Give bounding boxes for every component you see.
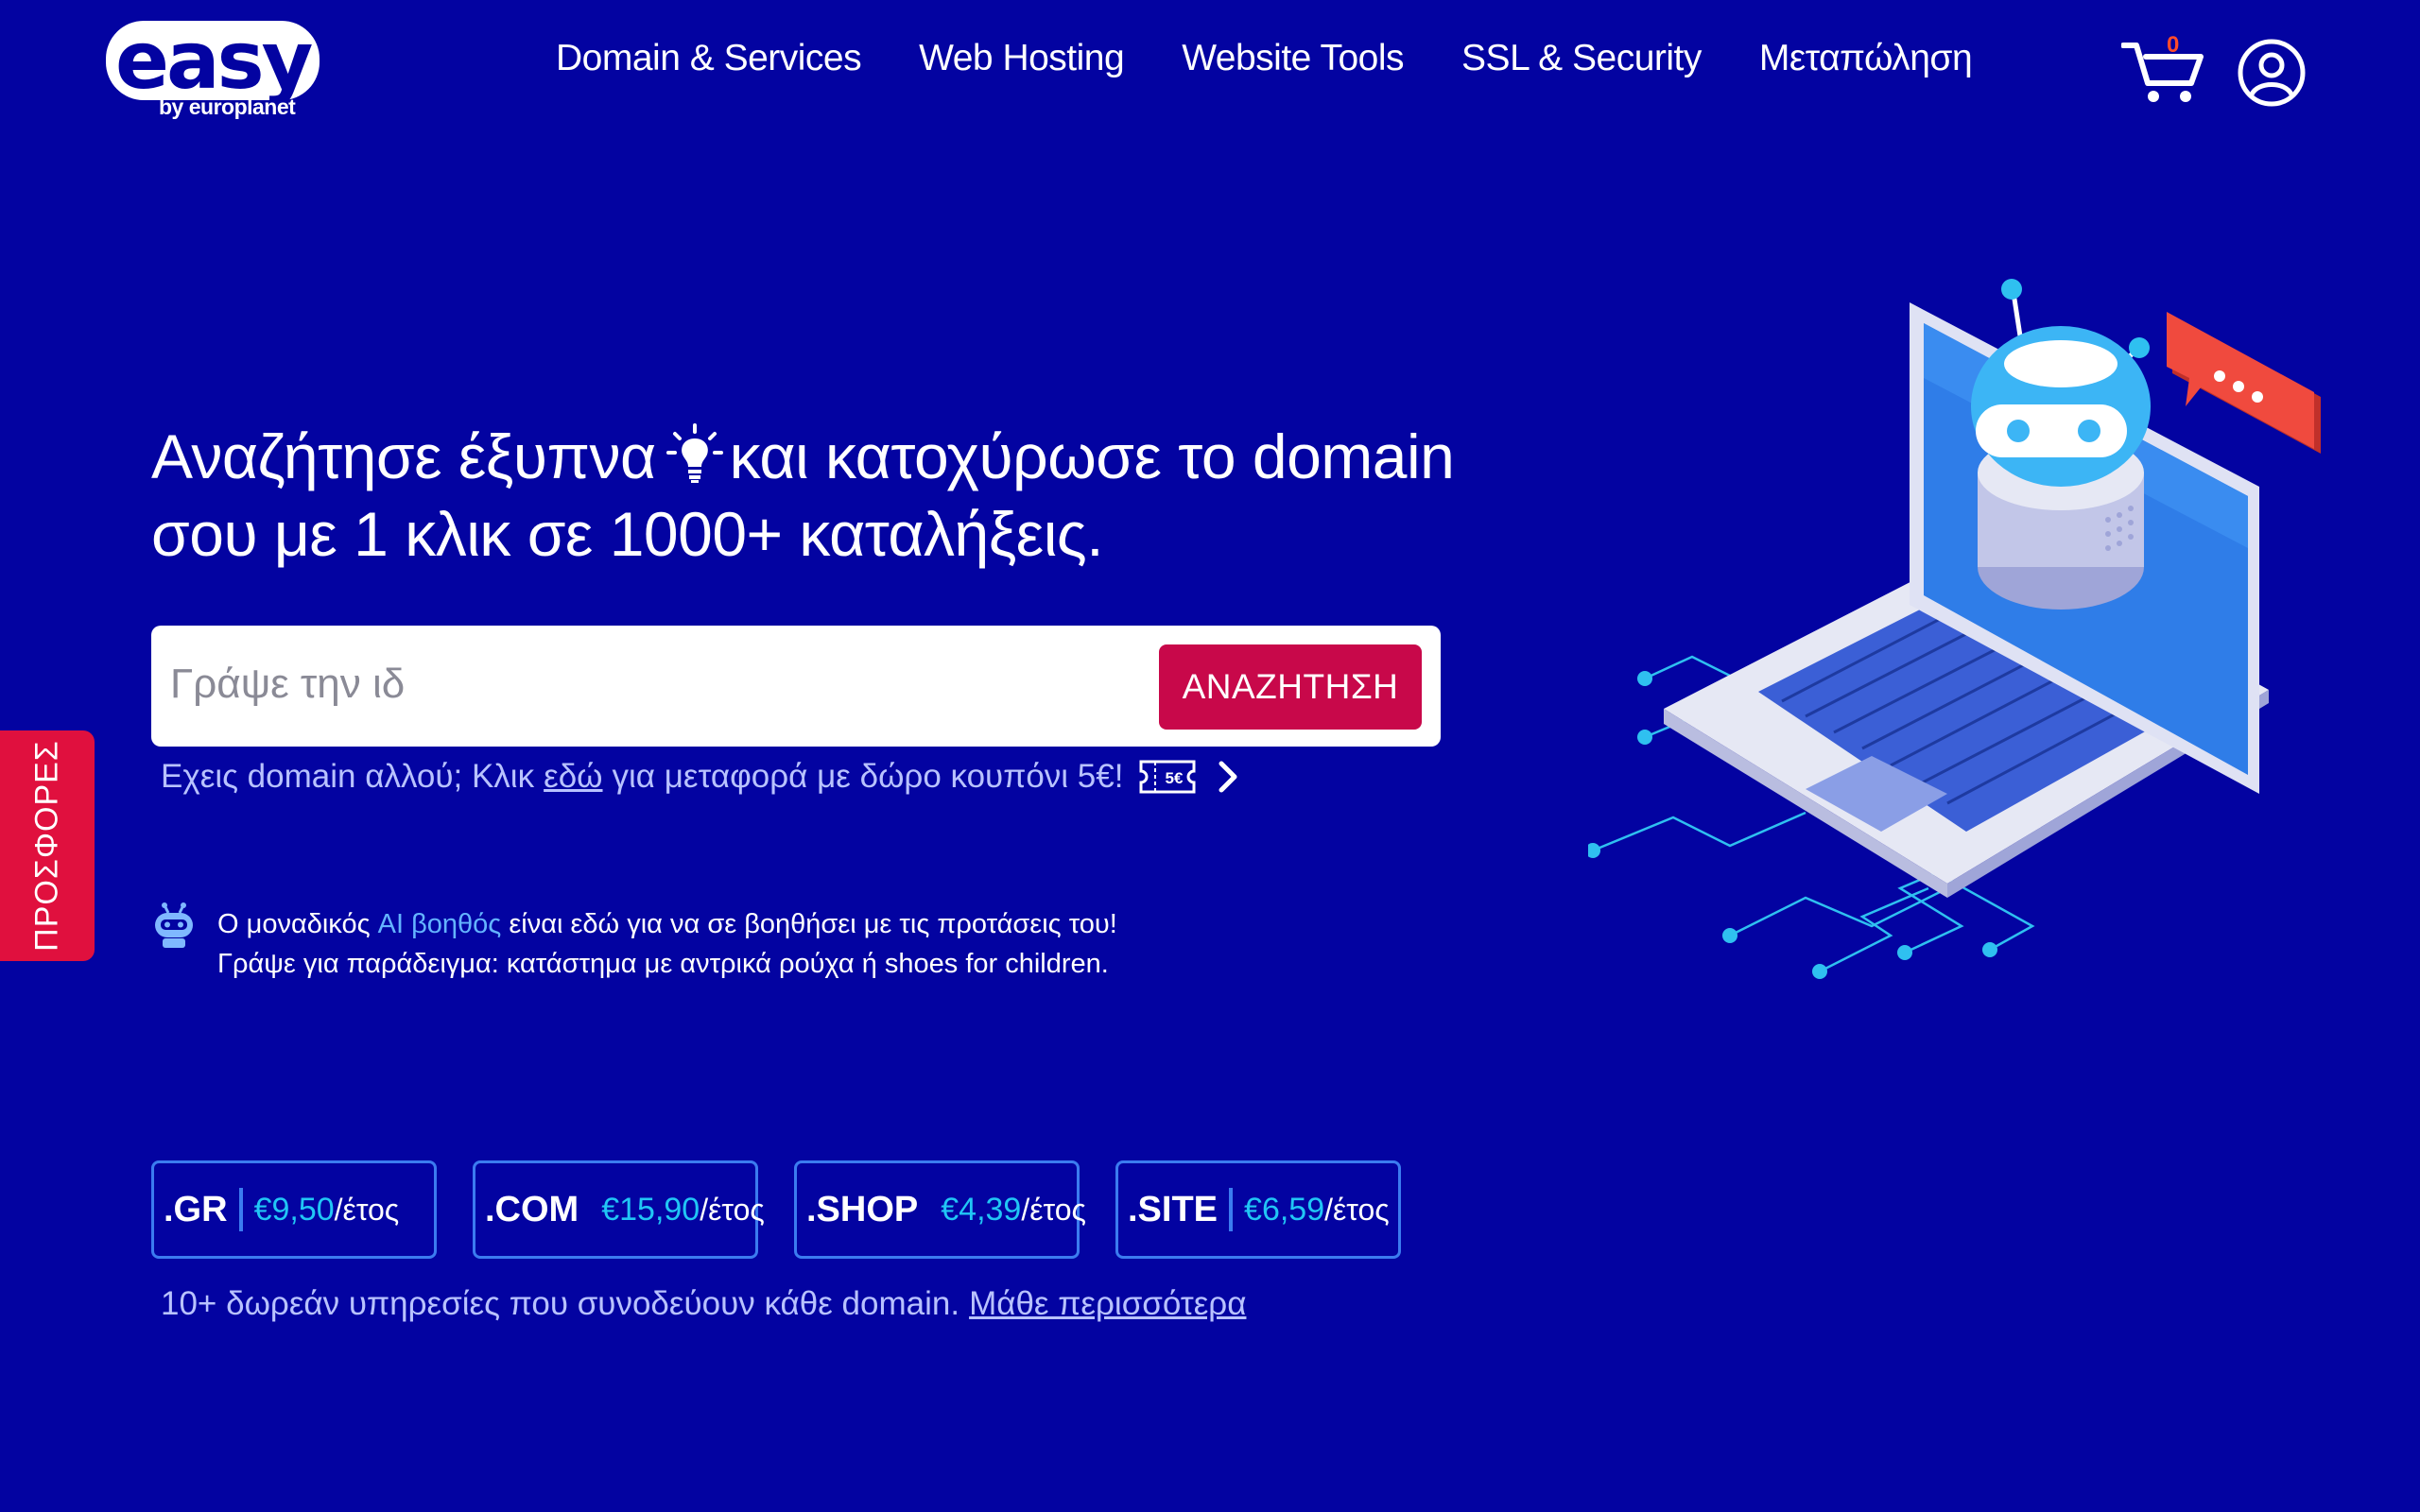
ai-helper-highlight: AI βοηθός (377, 909, 502, 939)
benefits-text: 10+ δωρεάν υπηρεσίες που συνοδεύουν κάθε… (161, 1285, 960, 1322)
ai-helper-line1: Ο μοναδικός AI βοηθός είναι εδώ για να σ… (217, 909, 1117, 939)
tld-unit: /έτος (334, 1192, 400, 1227)
cart-icon (2120, 43, 2204, 102)
tld-name: .COM (485, 1189, 579, 1229)
domain-search-input[interactable] (168, 650, 1117, 718)
site-header: easy by europlanet Domain & Services Web… (0, 0, 2420, 142)
tld-unit: /έτος (1021, 1192, 1086, 1227)
nav-web-hosting[interactable]: Web Hosting (919, 38, 1125, 79)
tld-name: .SITE (1128, 1189, 1219, 1229)
domain-search-form: ΑΝΑΖΗΤΗΣΗ (151, 626, 1441, 747)
tld-unit: /έτος (1324, 1192, 1390, 1227)
main-nav: Domain & Services Web Hosting Website To… (556, 38, 1973, 79)
tld-price: €6,59 (1244, 1191, 1325, 1228)
hero-headline: Αναζήτησε έξυπνα και κατοχύρωσε το domai… (151, 418, 1475, 573)
tld-name: .GR (164, 1189, 228, 1229)
ai-helper-line2: Γράψε για παράδειγμα: κατάστημα με αντρι… (217, 949, 1109, 979)
search-button[interactable]: ΑΝΑΖΗΤΗΣΗ (1159, 644, 1422, 730)
tld-card-gr[interactable]: .GR €9,50 /έτος (151, 1160, 437, 1259)
cart-button[interactable]: 0 (2120, 32, 2204, 106)
nav-website-tools[interactable]: Website Tools (1182, 38, 1404, 79)
tld-card-shop[interactable]: .SHOP €4,39/έτος (794, 1160, 1086, 1259)
logo-tagline: by europlanet (159, 94, 296, 119)
laptop-robot-illustration (1588, 279, 2321, 979)
logo[interactable]: easy by europlanet (106, 21, 371, 125)
tld-unit: /έτος (700, 1192, 765, 1227)
transfer-text-before: Εχεις domain αλλού; Κλικ (161, 758, 535, 795)
ai-robot-icon (155, 902, 193, 948)
nav-domain-services[interactable]: Domain & Services (556, 38, 862, 79)
headline-part1: Αναζήτησε έξυπνα (151, 421, 656, 492)
tld-card-site[interactable]: .SITE €6,59/έτος (1115, 1160, 1401, 1259)
learn-more-link[interactable]: Μάθε περισσότερα (969, 1285, 1246, 1322)
lightbulb-icon (666, 423, 723, 484)
tld-divider (1229, 1188, 1234, 1231)
offers-tab-label: ΠΡΟΣΦΟΡΕΣ (28, 740, 65, 952)
user-icon (2238, 39, 2306, 107)
transfer-promo: Εχεις domain αλλού; Κλικ εδώ για μεταφορ… (161, 756, 1242, 798)
transfer-text-after: για μεταφορά με δώρο κουπόνι 5€! (612, 758, 1124, 795)
chat-bubble-icon (2167, 312, 2321, 454)
offers-side-tab[interactable]: ΠΡΟΣΦΟΡΕΣ (0, 730, 95, 961)
free-services-note: 10+ δωρεάν υπηρεσίες που συνοδεύουν κάθε… (161, 1285, 1246, 1323)
nav-ssl-security[interactable]: SSL & Security (1461, 38, 1702, 79)
account-button[interactable] (2237, 38, 2307, 108)
tld-price: €4,39 (941, 1191, 1022, 1228)
nav-reseller[interactable]: Μεταπώληση (1759, 38, 1973, 79)
tld-price-list: .GR €9,50 /έτος .COM €15,90/έτος .SHOP €4,3… (151, 1160, 1401, 1259)
logo-wordmark: easy (106, 21, 320, 100)
transfer-link[interactable]: εδώ (544, 758, 602, 796)
cart-count-badge: 0 (2167, 32, 2180, 58)
tld-price: €9,50 (253, 1191, 335, 1228)
tld-divider (238, 1188, 243, 1231)
chevron-right-icon[interactable] (1214, 758, 1242, 796)
tld-card-com[interactable]: .COM €15,90/έτος (473, 1160, 765, 1259)
tld-name: .SHOP (806, 1189, 919, 1229)
robot (1971, 279, 2151, 610)
coupon-icon: 5€ (1139, 760, 1196, 794)
coupon-badge-text: 5€ (1166, 769, 1184, 787)
tld-price: €15,90 (601, 1191, 700, 1228)
